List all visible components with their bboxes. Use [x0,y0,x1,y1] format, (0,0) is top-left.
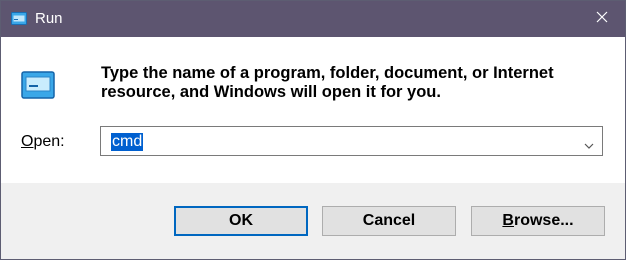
close-button[interactable] [579,1,625,37]
cancel-button[interactable]: Cancel [322,206,456,236]
open-combobox[interactable]: cmd [100,126,603,156]
run-icon [11,12,27,30]
open-label: Open: [21,132,65,151]
browse-accelerator: B [502,212,514,229]
browse-label: rowse... [513,212,574,229]
window-title: Run [35,10,63,27]
chevron-down-icon[interactable] [584,137,594,155]
ok-button[interactable]: OK [174,206,308,236]
browse-button[interactable]: Browse... [471,206,605,236]
open-input[interactable]: cmd [111,133,144,151]
run-dialog: Run Type the name of a program, folder, … [0,0,626,260]
dialog-content: Type the name of a program, folder, docu… [1,37,625,183]
run-program-icon [21,71,55,104]
open-label-text: pen: [33,133,65,150]
title-bar[interactable]: Run [1,1,625,37]
close-icon [596,10,608,28]
open-label-accelerator: O [21,133,34,150]
instruction-text: Type the name of a program, folder, docu… [101,64,554,101]
